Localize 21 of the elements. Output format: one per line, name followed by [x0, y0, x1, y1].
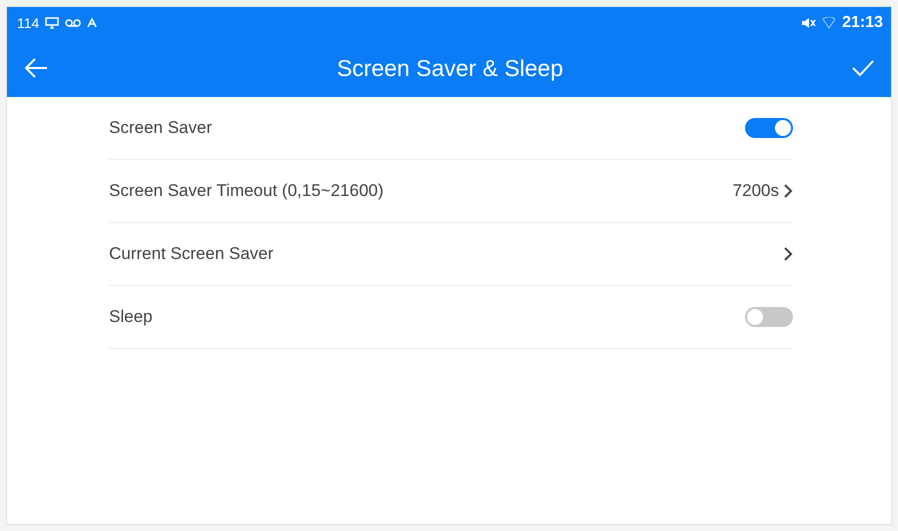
- wifi-icon: [822, 17, 836, 29]
- settings-row[interactable]: Screen Saver: [109, 97, 793, 160]
- settings-row[interactable]: Screen Saver Timeout (0,15~21600) 7200s: [109, 160, 793, 223]
- settings-row[interactable]: Current Screen Saver: [109, 223, 793, 286]
- settings-row[interactable]: Sleep: [109, 286, 793, 349]
- setting-label: Screen Saver Timeout (0,15~21600): [109, 181, 385, 201]
- page-title: Screen Saver & Sleep: [336, 54, 564, 82]
- setting-value: 7200s: [732, 181, 779, 201]
- status-text: 114: [17, 15, 40, 31]
- muted-icon: [800, 16, 816, 30]
- voicemail-icon: [65, 18, 82, 28]
- chevron-right-icon: [783, 183, 793, 199]
- setting-label: Current Screen Saver: [109, 244, 274, 264]
- toggle-switch[interactable]: [745, 307, 793, 327]
- monitor-icon: [45, 16, 60, 30]
- translate-icon: [87, 17, 100, 29]
- toggle-switch[interactable]: [745, 118, 793, 138]
- setting-label: Sleep: [109, 307, 154, 327]
- chevron-right-icon: [783, 246, 793, 262]
- setting-label: Screen Saver: [109, 118, 213, 138]
- clock-text: 21:13: [842, 14, 883, 32]
